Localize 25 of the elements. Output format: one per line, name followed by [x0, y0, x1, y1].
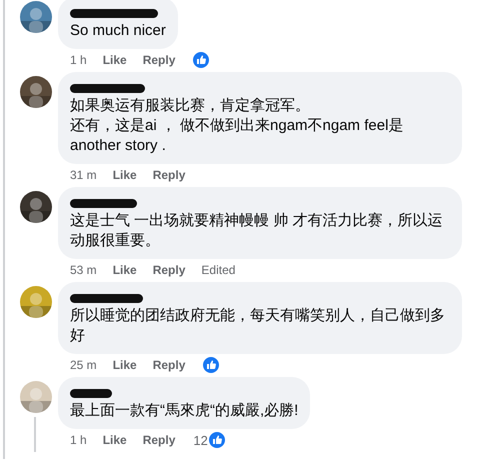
comment-text: So much nicer — [70, 21, 166, 41]
like-link[interactable]: Like — [102, 53, 127, 67]
timestamp: 1 h — [70, 433, 87, 447]
redaction-mark — [70, 199, 137, 208]
timestamp: 25 m — [70, 358, 97, 372]
like-link[interactable]: Like — [112, 263, 137, 277]
reaction-count: 12 — [193, 432, 208, 448]
comment-text: 这是士气 一出场就要精神幔幔 帅 才有活力比赛，所以运动服很重要。 — [70, 211, 444, 251]
timestamp: 1 h — [70, 53, 87, 67]
reply-link[interactable]: Reply — [142, 433, 176, 447]
edited-label: Edited — [201, 263, 236, 277]
timestamp: 53 m — [70, 263, 97, 277]
like-link[interactable]: Like — [102, 433, 127, 447]
comment-text: 如果奥运有服装比赛，肯定拿冠军。 — [70, 96, 310, 116]
reply-link[interactable]: Reply — [142, 53, 176, 67]
comment-text: 最上面一款有“馬來虎“的威嚴,必勝! — [70, 401, 298, 421]
timestamp: 31 m — [70, 168, 97, 182]
comment-text: 还有，这是ai ， 做不做到出来ngam不ngam feel是 another story . — [70, 116, 404, 156]
like-link[interactable]: Like — [112, 168, 137, 182]
reply-link[interactable]: Reply — [152, 168, 186, 182]
reply-link[interactable]: Reply — [152, 263, 186, 277]
reply-link[interactable]: Reply — [152, 358, 186, 372]
redaction-mark — [70, 389, 112, 398]
comment-text: 所以睡觉的团结政府无能，每天有嘴笑别人，自己做到多好 — [70, 306, 446, 346]
like-link[interactable]: Like — [112, 358, 137, 372]
